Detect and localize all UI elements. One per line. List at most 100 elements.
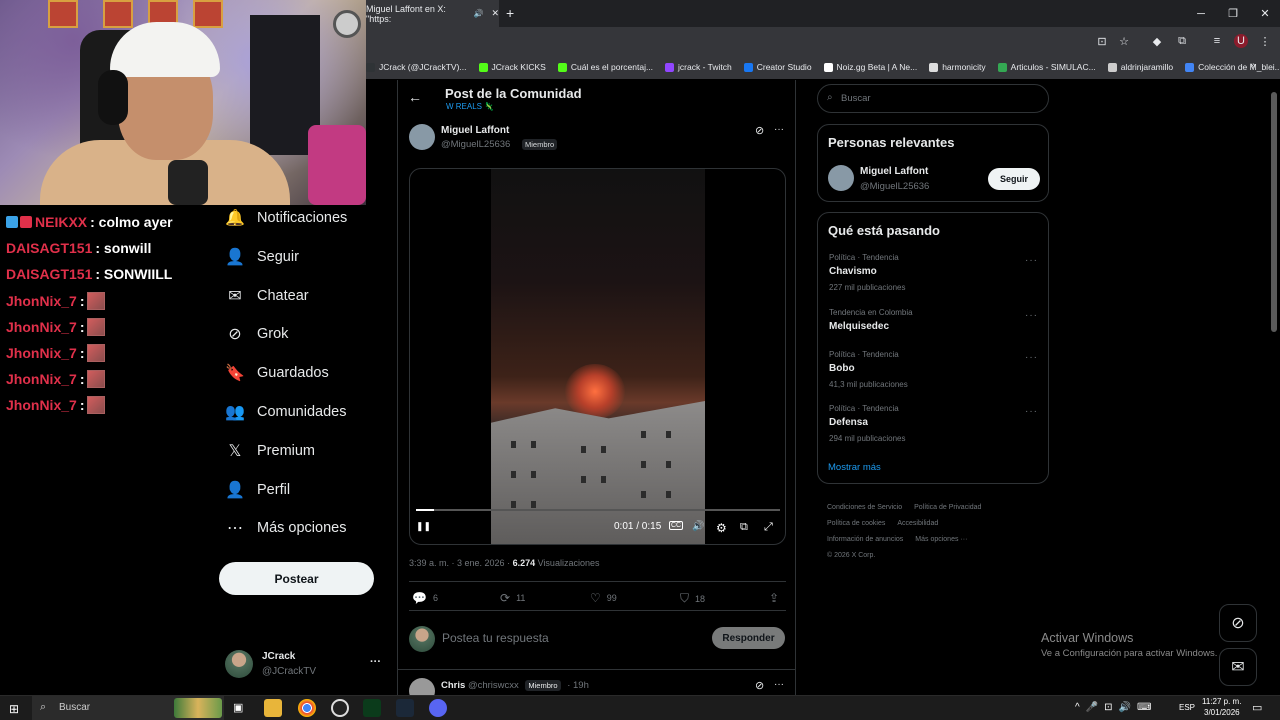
file-explorer-icon[interactable] bbox=[264, 699, 282, 717]
nav-item-premium[interactable]: 𝕏 Premium bbox=[225, 441, 315, 461]
taskbar-search[interactable]: ⌕ Buscar bbox=[32, 696, 224, 720]
obs-icon[interactable] bbox=[331, 699, 349, 717]
bookmarks-overflow-icon[interactable]: » bbox=[1250, 60, 1256, 71]
task-view-icon[interactable]: ▣ bbox=[233, 701, 243, 714]
nav-item-seguir[interactable]: 👤 Seguir bbox=[225, 247, 299, 267]
fullscreen-icon[interactable]: ⤢ bbox=[764, 521, 773, 534]
new-tab-button[interactable]: + bbox=[506, 5, 514, 21]
settings-gear-icon[interactable]: ⚙ bbox=[716, 521, 727, 535]
show-more-link[interactable]: Mostrar más bbox=[828, 462, 881, 473]
nav-item-notificaciones[interactable]: 🔔 Notificaciones bbox=[225, 208, 347, 228]
like-action[interactable]: ♡ 99 bbox=[590, 591, 617, 605]
tab-audio-icon[interactable]: 🔊 bbox=[473, 9, 483, 18]
post-button[interactable]: Postear bbox=[219, 562, 374, 595]
steam-icon[interactable] bbox=[396, 699, 414, 717]
browser-tab-active[interactable]: Miguel Laffont en X: "https: 🔊 ✕ bbox=[366, 0, 499, 27]
install-app-icon[interactable]: ⊡ bbox=[1095, 34, 1109, 48]
trend-item[interactable]: Política · Tendencia Chavismo 227 mil publ… bbox=[829, 253, 906, 292]
bookmark-item[interactable]: Colección de M_blei... bbox=[1185, 62, 1280, 72]
post-more-icon[interactable]: ··· bbox=[774, 124, 784, 135]
bookmark-item[interactable]: Articulos - SIMULAC... bbox=[997, 62, 1096, 72]
trend-more-icon[interactable]: ··· bbox=[1025, 310, 1038, 321]
reply-more-icon[interactable]: ··· bbox=[774, 679, 784, 690]
footer-link[interactable]: Información de anuncios bbox=[827, 536, 903, 543]
video-player[interactable]: ❚❚ 0:01 / 0:15 CC 🔊 ⚙ ⧉ ⤢ bbox=[409, 168, 786, 545]
miniplayer-icon[interactable]: ⧉ bbox=[740, 521, 748, 534]
footer-link[interactable]: Política de cookies bbox=[827, 520, 885, 527]
chrome-menu-icon[interactable]: ⋮ bbox=[1258, 34, 1272, 48]
account-more-icon[interactable]: ··· bbox=[370, 656, 381, 668]
nav-item-guardados[interactable]: 🔖 Guardados bbox=[225, 363, 329, 383]
tab-close-icon[interactable]: ✕ bbox=[491, 8, 499, 19]
footer-link[interactable]: Accesibilidad bbox=[897, 520, 938, 527]
trend-more-icon[interactable]: ··· bbox=[1025, 352, 1038, 363]
footer-link[interactable]: Más opciones ··· bbox=[915, 536, 967, 543]
minimize-button[interactable]: ─ bbox=[1186, 0, 1216, 27]
extension-diamond-icon[interactable]: ◆ bbox=[1150, 34, 1164, 48]
reply-button[interactable]: Responder bbox=[712, 627, 785, 649]
taskbar-search-input[interactable]: Buscar bbox=[59, 702, 90, 713]
page-scrollbar[interactable] bbox=[1271, 92, 1277, 332]
bookmark-action[interactable]: ⛉ 18 bbox=[680, 591, 705, 606]
post-date[interactable]: 3:39 a. m. · 3 ene. 2026 · bbox=[409, 558, 513, 568]
trend-item[interactable]: Política · Tendencia Defensa 294 mil publi… bbox=[829, 404, 906, 443]
search-box[interactable]: ⌕ Buscar bbox=[817, 84, 1049, 113]
nav-item-m-s-opciones[interactable]: ⋯ Más opciones bbox=[225, 518, 346, 538]
tray-language[interactable]: ESP bbox=[1179, 703, 1195, 712]
footer-link[interactable]: Política de Privacidad bbox=[914, 504, 981, 511]
discord-icon[interactable] bbox=[429, 699, 447, 717]
reply-input[interactable]: Postea tu respuesta bbox=[442, 631, 549, 645]
chrome-taskbar-icon[interactable] bbox=[298, 699, 316, 717]
author-avatar[interactable] bbox=[409, 124, 435, 150]
account-switcher[interactable]: JCrack @JCrackTV ··· bbox=[225, 648, 385, 682]
community-link[interactable]: W REALS 🦎 bbox=[446, 102, 494, 111]
captions-icon[interactable]: CC bbox=[669, 521, 684, 530]
follow-button[interactable]: Seguir bbox=[988, 168, 1040, 190]
messages-floating-button[interactable]: ✉ bbox=[1219, 648, 1257, 686]
nav-item-chatear[interactable]: ✉ Chatear bbox=[225, 286, 308, 306]
start-icon[interactable]: ⊞ bbox=[9, 702, 19, 716]
tray-icons[interactable]: ^🎤⊡🔊⌨ bbox=[1075, 702, 1157, 713]
grok-post-icon[interactable]: ⊘ bbox=[755, 124, 764, 137]
restore-button[interactable]: ❐ bbox=[1218, 0, 1248, 27]
trend-more-icon[interactable]: ··· bbox=[1025, 406, 1038, 417]
bookmark-item[interactable]: JCrack (@JCrackTV)... bbox=[366, 62, 467, 72]
bookmark-item[interactable]: Creator Studio bbox=[743, 62, 812, 72]
repost-action[interactable]: ⟳ 11 bbox=[500, 591, 525, 605]
bookmark-item[interactable]: harmonicity bbox=[929, 62, 986, 72]
close-window-button[interactable]: ✕ bbox=[1250, 0, 1280, 27]
bookmark-item[interactable]: jcrack - Twitch bbox=[665, 62, 732, 72]
video-progress-bar[interactable] bbox=[416, 509, 780, 511]
kick-app-icon[interactable] bbox=[363, 699, 381, 717]
volume-icon[interactable]: 🔊 bbox=[692, 521, 704, 532]
bookmark-item[interactable]: Noiz.gg Beta | A Ne... bbox=[823, 62, 917, 72]
footer-link[interactable]: Condiciones de Servicio bbox=[827, 504, 902, 511]
bookmark-item[interactable]: Cuál es el porcentaj... bbox=[557, 62, 653, 72]
tray-time[interactable]: 11:27 p. m. bbox=[1202, 697, 1241, 706]
relevant-handle[interactable]: @MiguelL25636 bbox=[860, 181, 929, 192]
reply-grok-icon[interactable]: ⊘ bbox=[755, 679, 764, 692]
bookmark-item[interactable]: aldrinjaramillo bbox=[1107, 62, 1173, 72]
notification-icon[interactable]: ▭ bbox=[1252, 701, 1262, 714]
reply-action[interactable]: 💬 6 bbox=[412, 591, 438, 605]
share-icon[interactable]: ⇪ bbox=[769, 591, 779, 605]
relevant-avatar[interactable] bbox=[828, 165, 854, 191]
author-handle[interactable]: @MiguelL25636 bbox=[441, 139, 510, 150]
grok-floating-button[interactable]: ⊘ bbox=[1219, 604, 1257, 642]
reply-author-handle[interactable]: @chriswcxx bbox=[468, 680, 519, 691]
trend-item[interactable]: Política · Tendencia Bobo 41,3 mil publica… bbox=[829, 350, 908, 389]
trend-more-icon[interactable]: ··· bbox=[1025, 255, 1038, 266]
back-arrow-icon[interactable]: ← bbox=[408, 89, 422, 105]
reply-author-name[interactable]: Chris bbox=[441, 680, 465, 691]
profile-icon[interactable]: U bbox=[1234, 34, 1248, 48]
relevant-name[interactable]: Miguel Laffont bbox=[860, 166, 928, 177]
pause-icon[interactable]: ❚❚ bbox=[416, 521, 431, 532]
nav-item-comunidades[interactable]: 👥 Comunidades bbox=[225, 402, 346, 422]
trend-item[interactable]: Tendencia en Colombia Melquisedec bbox=[829, 308, 913, 332]
author-name[interactable]: Miguel Laffont bbox=[441, 125, 509, 136]
media-controls-icon[interactable]: ≡ bbox=[1210, 34, 1224, 48]
bookmark-star-icon[interactable]: ☆ bbox=[1117, 34, 1131, 48]
extensions-puzzle-icon[interactable]: ⧉ bbox=[1175, 34, 1189, 48]
nav-item-perfil[interactable]: 👤 Perfil bbox=[225, 480, 290, 500]
tray-date[interactable]: 3/01/2026 bbox=[1204, 708, 1240, 717]
